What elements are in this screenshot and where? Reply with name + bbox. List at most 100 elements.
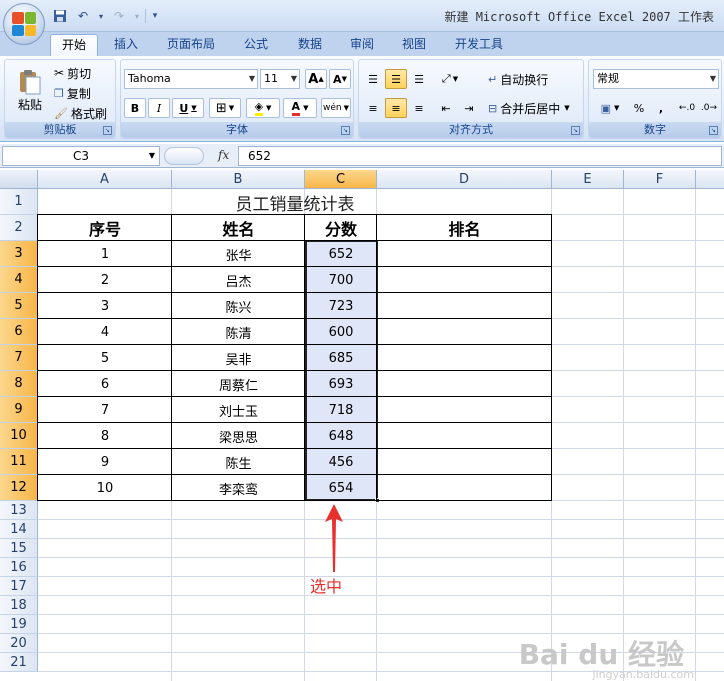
- undo-icon[interactable]: ↶: [73, 6, 93, 26]
- table-cell-score[interactable]: 654: [305, 475, 377, 501]
- row-header-16[interactable]: 16: [0, 558, 38, 577]
- row-header-3[interactable]: 3: [0, 241, 38, 267]
- copy-button[interactable]: ❐ 复制: [53, 84, 92, 102]
- tab-data[interactable]: 数据: [288, 34, 332, 56]
- column-header-c[interactable]: C: [305, 170, 377, 189]
- clipboard-launcher-icon[interactable]: ↘: [103, 126, 112, 135]
- table-cell-score[interactable]: 693: [305, 371, 377, 397]
- cut-button[interactable]: ✂ 剪切: [53, 64, 92, 82]
- header-cell-score[interactable]: 分数: [305, 215, 377, 241]
- row-header-8[interactable]: 8: [0, 371, 38, 397]
- redo-dropdown-icon[interactable]: ▾: [132, 6, 142, 26]
- select-all-corner[interactable]: [0, 170, 38, 189]
- table-cell-score[interactable]: 600: [305, 319, 377, 345]
- row-header-19[interactable]: 19: [0, 615, 38, 634]
- table-cell-name[interactable]: 张华: [172, 241, 305, 267]
- table-cell-score[interactable]: 700: [305, 267, 377, 293]
- font-name-combo[interactable]: Tahoma ▼: [124, 69, 258, 89]
- table-cell-index[interactable]: 7: [38, 397, 172, 423]
- tab-insert[interactable]: 插入: [104, 34, 148, 56]
- table-cell-rank[interactable]: [377, 371, 552, 397]
- tab-view[interactable]: 视图: [392, 34, 436, 56]
- underline-button[interactable]: U ▼: [172, 98, 204, 118]
- save-icon[interactable]: [50, 6, 70, 26]
- header-cell-rank[interactable]: 排名: [377, 215, 552, 241]
- table-cell-name[interactable]: 陈清: [172, 319, 305, 345]
- worksheet-grid[interactable]: A B C D E F 1 2 3 4 5 6 7 8 9 10 11 12 13 14 15 16 17 18 1…: [0, 170, 724, 681]
- table-cell-index[interactable]: 9: [38, 449, 172, 475]
- tab-page-layout[interactable]: 页面布局: [158, 34, 224, 56]
- align-middle-button[interactable]: ☰: [385, 69, 407, 89]
- header-cell-name[interactable]: 姓名: [172, 215, 305, 241]
- table-cell-index[interactable]: 1: [38, 241, 172, 267]
- percent-button[interactable]: %: [629, 98, 649, 118]
- comma-button[interactable]: ,: [651, 98, 671, 118]
- row-header-11[interactable]: 11: [0, 449, 38, 475]
- table-cell-name[interactable]: 刘士玉: [172, 397, 305, 423]
- formula-input[interactable]: 652: [238, 146, 722, 166]
- table-cell-score[interactable]: 723: [305, 293, 377, 319]
- name-box[interactable]: C3 ▼: [2, 146, 160, 166]
- row-header-6[interactable]: 6: [0, 319, 38, 345]
- row-header-15[interactable]: 15: [0, 539, 38, 558]
- format-painter-button[interactable]: 🖌 格式刷: [53, 104, 108, 122]
- number-format-combo[interactable]: 常规 ▼: [593, 69, 719, 89]
- tab-review[interactable]: 审阅: [340, 34, 384, 56]
- align-left-button[interactable]: ≡: [362, 98, 384, 118]
- tab-formulas[interactable]: 公式: [234, 34, 278, 56]
- table-cell-name[interactable]: 李栾鸾: [172, 475, 305, 501]
- table-cell-name[interactable]: 吴非: [172, 345, 305, 371]
- row-header-10[interactable]: 10: [0, 423, 38, 449]
- row-header-13[interactable]: 13: [0, 501, 38, 520]
- align-right-button[interactable]: ≡: [408, 98, 430, 118]
- table-cell-rank[interactable]: [377, 345, 552, 371]
- table-cell-index[interactable]: 8: [38, 423, 172, 449]
- bold-button[interactable]: B: [124, 98, 146, 118]
- insert-function-icon[interactable]: fx: [218, 148, 229, 162]
- align-bottom-button[interactable]: ☰: [408, 69, 430, 89]
- table-cell-score[interactable]: 652: [305, 241, 377, 267]
- table-cell-index[interactable]: 3: [38, 293, 172, 319]
- row-header-14[interactable]: 14: [0, 520, 38, 539]
- row-header-5[interactable]: 5: [0, 293, 38, 319]
- formula-bar-expand-handle[interactable]: [164, 147, 204, 165]
- font-size-combo[interactable]: 11 ▼: [260, 69, 300, 89]
- number-launcher-icon[interactable]: ↘: [709, 126, 718, 135]
- wrap-text-button[interactable]: ↵ 自动换行: [487, 69, 549, 89]
- office-button[interactable]: [3, 3, 45, 45]
- table-cell-rank[interactable]: [377, 397, 552, 423]
- font-launcher-icon[interactable]: ↘: [341, 126, 350, 135]
- table-cell-name[interactable]: 梁思思: [172, 423, 305, 449]
- alignment-launcher-icon[interactable]: ↘: [571, 126, 580, 135]
- row-header-12[interactable]: 12: [0, 475, 38, 501]
- table-cell-name[interactable]: 陈兴: [172, 293, 305, 319]
- undo-dropdown-icon[interactable]: ▾: [96, 6, 106, 26]
- table-cell-index[interactable]: 4: [38, 319, 172, 345]
- grow-font-button[interactable]: A ▲: [305, 69, 327, 89]
- table-cell-score[interactable]: 648: [305, 423, 377, 449]
- table-cell-name[interactable]: 周蔡仁: [172, 371, 305, 397]
- table-cell-rank[interactable]: [377, 293, 552, 319]
- row-header-20[interactable]: 20: [0, 634, 38, 653]
- decrease-indent-button[interactable]: ⇤: [435, 98, 457, 118]
- table-title[interactable]: 员工销量统计表: [38, 189, 552, 215]
- table-cell-index[interactable]: 5: [38, 345, 172, 371]
- table-cell-index[interactable]: 10: [38, 475, 172, 501]
- table-cell-name[interactable]: 陈生: [172, 449, 305, 475]
- table-cell-rank[interactable]: [377, 475, 552, 501]
- increase-decimal-button[interactable]: ←.0: [677, 98, 697, 118]
- row-header-21[interactable]: 21: [0, 653, 38, 672]
- row-header-7[interactable]: 7: [0, 345, 38, 371]
- align-top-button[interactable]: ☰: [362, 69, 384, 89]
- table-cell-rank[interactable]: [377, 449, 552, 475]
- row-header-1[interactable]: 1: [0, 189, 38, 215]
- paste-button[interactable]: 粘贴: [11, 62, 49, 118]
- column-header-a[interactable]: A: [38, 170, 172, 189]
- row-header-2[interactable]: 2: [0, 215, 38, 241]
- table-cell-score[interactable]: 718: [305, 397, 377, 423]
- shrink-font-button[interactable]: A ▼: [329, 69, 351, 89]
- table-cell-rank[interactable]: [377, 319, 552, 345]
- column-header-b[interactable]: B: [172, 170, 305, 189]
- table-cell-index[interactable]: 6: [38, 371, 172, 397]
- align-center-button[interactable]: ≡: [385, 98, 407, 118]
